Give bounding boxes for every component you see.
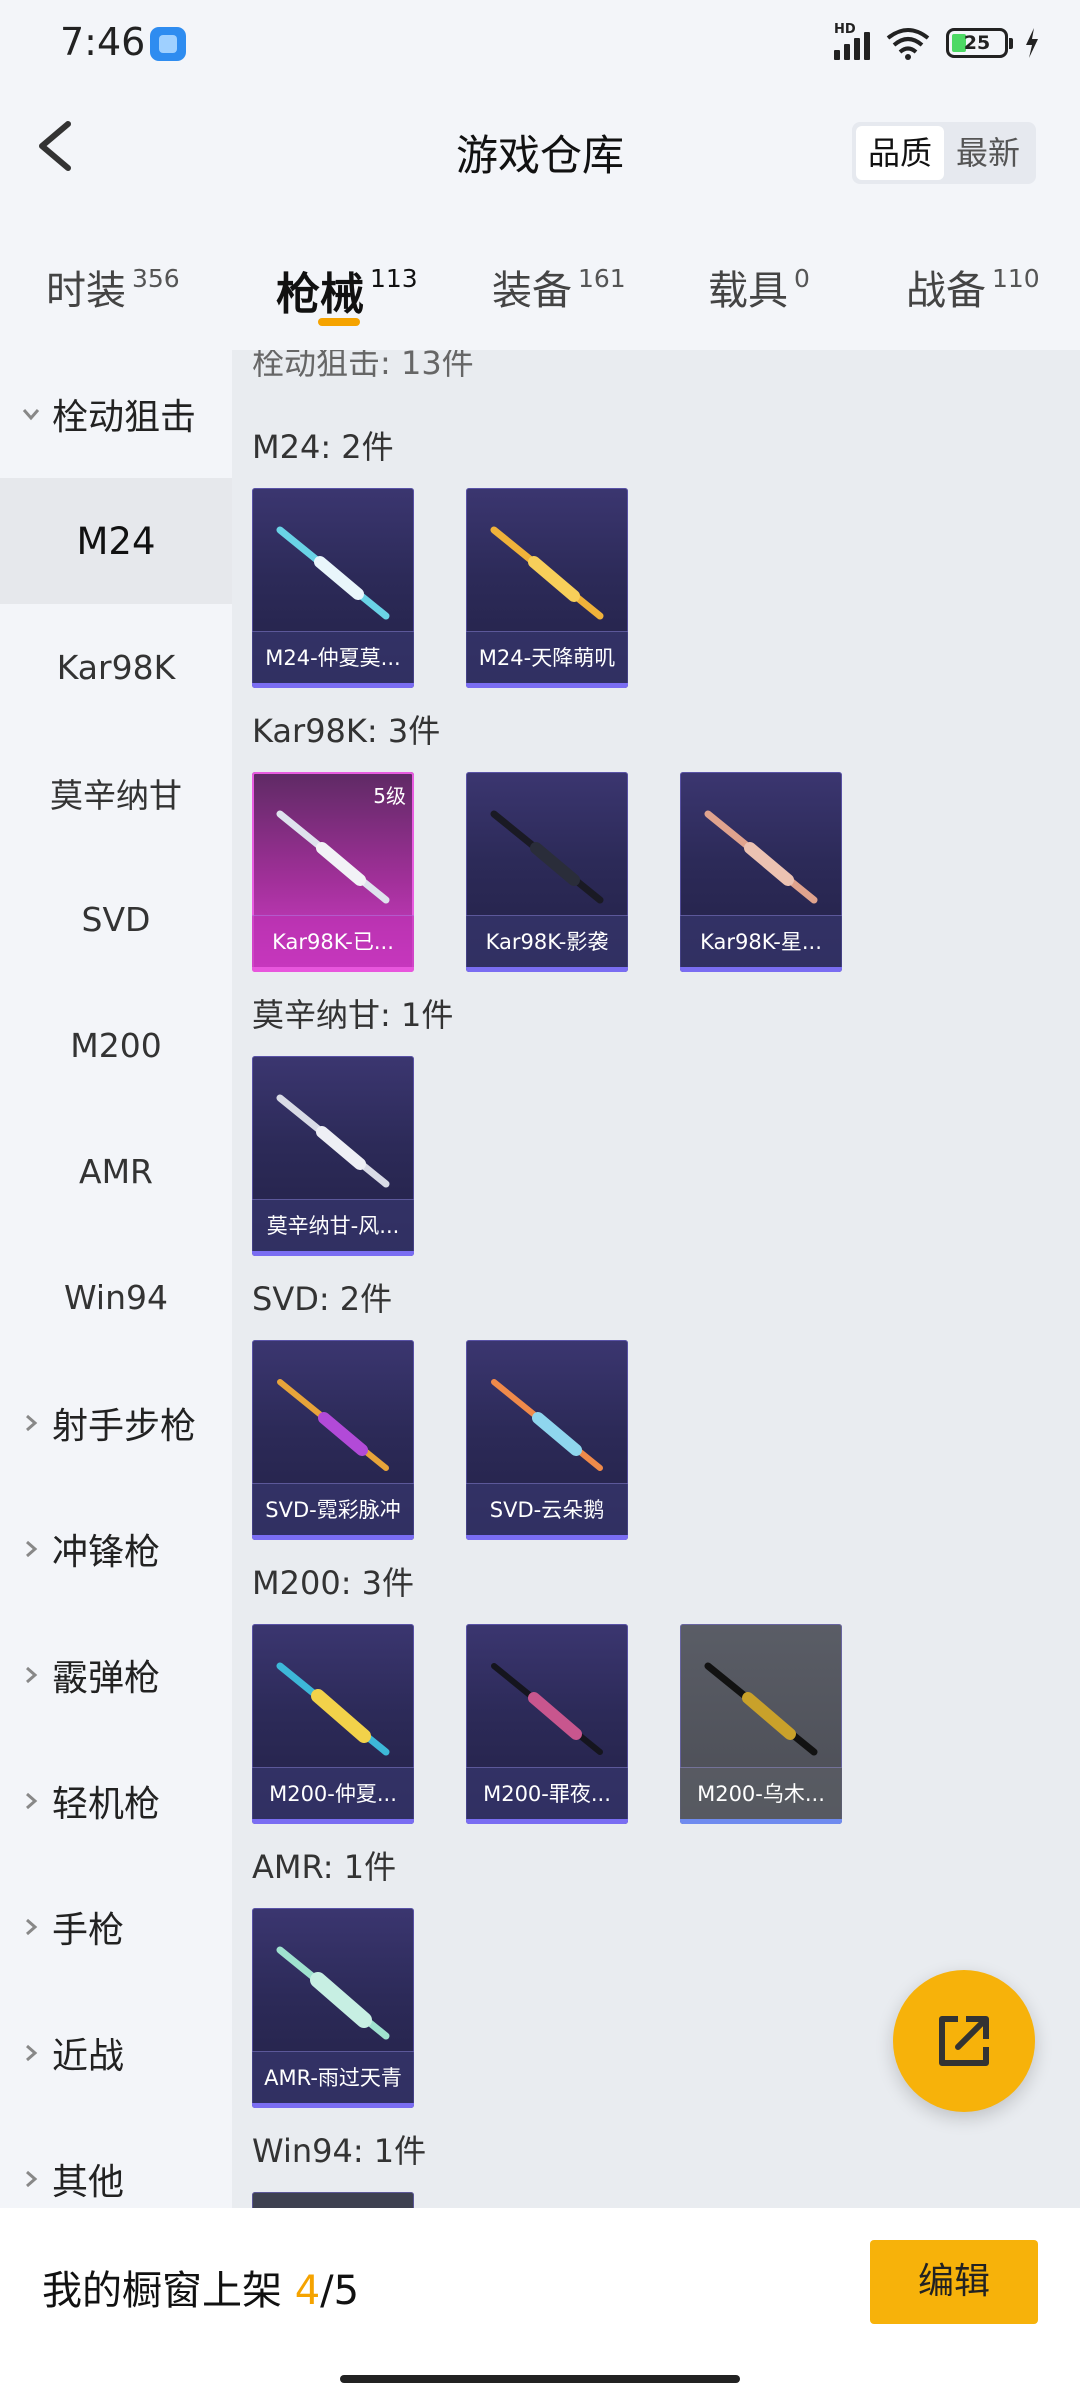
app-notification-icon xyxy=(150,27,186,61)
group-header-bolt-action: 栓动狙击: 13件 xyxy=(252,350,474,382)
item-name: M24-仲夏莫... xyxy=(252,631,414,683)
item-card[interactable]: 莫辛纳甘-风... xyxy=(252,1056,414,1256)
rifle-icon xyxy=(704,810,818,904)
sidebar-group-shotgun[interactable]: 霰弹枪 xyxy=(0,1612,232,1738)
edit-button[interactable]: 编辑 xyxy=(870,2240,1038,2324)
rifle-icon xyxy=(276,1094,390,1188)
top-bar: 游戏仓库 品质 最新 xyxy=(0,90,1080,210)
sidebar-item-kar98k[interactable]: Kar98K xyxy=(0,604,232,730)
charging-bolt-icon xyxy=(1026,28,1038,58)
chevron-down-icon xyxy=(22,409,40,421)
item-name: M200-罪夜... xyxy=(466,1767,628,1819)
chevron-right-icon xyxy=(26,1918,38,1936)
item-card[interactable]: Kar98K-影袭 xyxy=(466,772,628,972)
item-card[interactable]: M200-仲夏... xyxy=(252,1624,414,1824)
item-card[interactable]: Kar98K-星... xyxy=(680,772,842,972)
item-card[interactable]: M200-罪夜... xyxy=(466,1624,628,1824)
section-title-svd: SVD: 2件 xyxy=(252,1280,393,1318)
chevron-right-icon xyxy=(26,1792,38,1810)
item-name: M24-天降萌叽 xyxy=(466,631,628,683)
item-card[interactable]: SVD-云朵鹅 xyxy=(466,1340,628,1540)
item-name: Kar98K-已... xyxy=(252,915,414,967)
item-card[interactable]: M200-乌木... xyxy=(680,1624,842,1824)
rifle-icon xyxy=(704,1662,818,1756)
tab-firearms[interactable]: 枪械 113 xyxy=(276,258,418,322)
chevron-right-icon xyxy=(26,1666,38,1684)
item-card[interactable]: M24-仲夏莫... xyxy=(252,488,414,688)
tab-equipment[interactable]: 装备 161 xyxy=(492,258,626,316)
section-title-kar98k: Kar98K: 3件 xyxy=(252,712,441,750)
section-title-m200: M200: 3件 xyxy=(252,1564,415,1602)
sidebar-item-mosin[interactable]: 莫辛纳甘 xyxy=(0,730,232,856)
status-bar: 7:46 HD 25 xyxy=(0,0,1080,90)
clock: 7:46 xyxy=(60,20,146,64)
rifle-icon xyxy=(277,1379,389,1471)
sidebar-group-dmr[interactable]: 射手步枪 xyxy=(0,1360,232,1486)
item-name: M200-仲夏... xyxy=(252,1767,414,1819)
active-tab-indicator xyxy=(318,318,360,326)
rifle-icon xyxy=(276,1946,390,2040)
section-title-win94: Win94: 1件 xyxy=(252,2132,427,2170)
rifle-icon xyxy=(491,1663,603,1755)
section-title-amr: AMR: 1件 xyxy=(252,1848,397,1886)
chevron-right-icon xyxy=(26,1414,38,1432)
chevron-right-icon xyxy=(26,2170,38,2188)
item-name: Kar98K-影袭 xyxy=(466,915,628,967)
chevron-right-icon xyxy=(26,2044,38,2062)
tab-vehicles[interactable]: 载具 0 xyxy=(708,258,810,316)
item-card[interactable] xyxy=(252,2192,414,2208)
category-tabs: 时装 356 枪械 113 装备 161 载具 0 战备 110 xyxy=(0,230,1080,350)
sidebar-group-pistol[interactable]: 手枪 xyxy=(0,1864,232,1990)
sidebar-group-other[interactable]: 其他 xyxy=(0,2116,232,2208)
item-card[interactable]: SVD-霓彩脉冲 xyxy=(252,1340,414,1540)
tab-fashion[interactable]: 时装 356 xyxy=(46,258,180,316)
sort-quality-button[interactable]: 品质 xyxy=(855,126,944,180)
section-title-m24: M24: 2件 xyxy=(252,428,394,466)
rifle-icon xyxy=(491,1379,603,1471)
share-button[interactable] xyxy=(893,1970,1035,2112)
rifle-icon xyxy=(490,526,604,620)
sidebar-item-m200[interactable]: M200 xyxy=(0,982,232,1108)
item-name: 莫辛纳甘-风... xyxy=(252,1199,414,1251)
wifi-icon xyxy=(886,28,930,60)
item-card[interactable]: AMR-雨过天青 xyxy=(252,1908,414,2108)
item-name: AMR-雨过天青 xyxy=(252,2051,414,2103)
sidebar-group-melee[interactable]: 近战 xyxy=(0,1990,232,2116)
sidebar-item-m24[interactable]: M24 xyxy=(0,478,232,604)
rifle-icon xyxy=(276,810,390,904)
item-card[interactable]: M24-天降萌叽 xyxy=(466,488,628,688)
section-title-mosin: 莫辛纳甘: 1件 xyxy=(252,996,454,1034)
sidebar-group-lmg[interactable]: 轻机枪 xyxy=(0,1738,232,1864)
item-name: Kar98K-星... xyxy=(680,915,842,967)
sidebar-group-bolt-action[interactable]: 栓动狙击 xyxy=(0,350,232,478)
home-indicator[interactable] xyxy=(340,2375,740,2383)
item-name: M200-乌木... xyxy=(680,1767,842,1819)
item-card[interactable]: 5级 Kar98K-已... xyxy=(252,772,414,972)
rifle-icon xyxy=(276,1662,390,1756)
tab-gear[interactable]: 战备 110 xyxy=(906,258,1040,316)
item-list: 栓动狙击: 13件 M24: 2件 M24-仲夏莫... M24-天降萌叽 Ka… xyxy=(232,350,1080,2208)
sidebar-group-smg[interactable]: 冲锋枪 xyxy=(0,1486,232,1612)
sort-newest-button[interactable]: 最新 xyxy=(944,126,1032,180)
showcase-total-count: 5 xyxy=(333,2268,360,2314)
sort-toggle: 品质 最新 xyxy=(851,122,1036,184)
showcase-current-count: 4 xyxy=(294,2268,321,2314)
showcase-bar: 我的橱窗上架 4/5 编辑 xyxy=(0,2208,1080,2400)
showcase-status: 我的橱窗上架 4/5 xyxy=(42,2268,360,2314)
cellular-signal-icon: HD xyxy=(834,22,870,60)
sidebar: 栓动狙击 M24 Kar98K 莫辛纳甘 SVD M200 AMR Win94 … xyxy=(0,350,232,2208)
item-name: SVD-云朵鹅 xyxy=(466,1483,628,1535)
sidebar-item-amr[interactable]: AMR xyxy=(0,1108,232,1234)
item-name: SVD-霓彩脉冲 xyxy=(252,1483,414,1535)
battery-icon: 25 xyxy=(946,28,1013,58)
rifle-icon xyxy=(490,810,604,904)
share-external-icon xyxy=(939,2016,989,2066)
rifle-icon xyxy=(276,526,390,620)
chevron-right-icon xyxy=(26,1540,38,1558)
sidebar-item-win94[interactable]: Win94 xyxy=(0,1234,232,1360)
sidebar-item-svd[interactable]: SVD xyxy=(0,856,232,982)
